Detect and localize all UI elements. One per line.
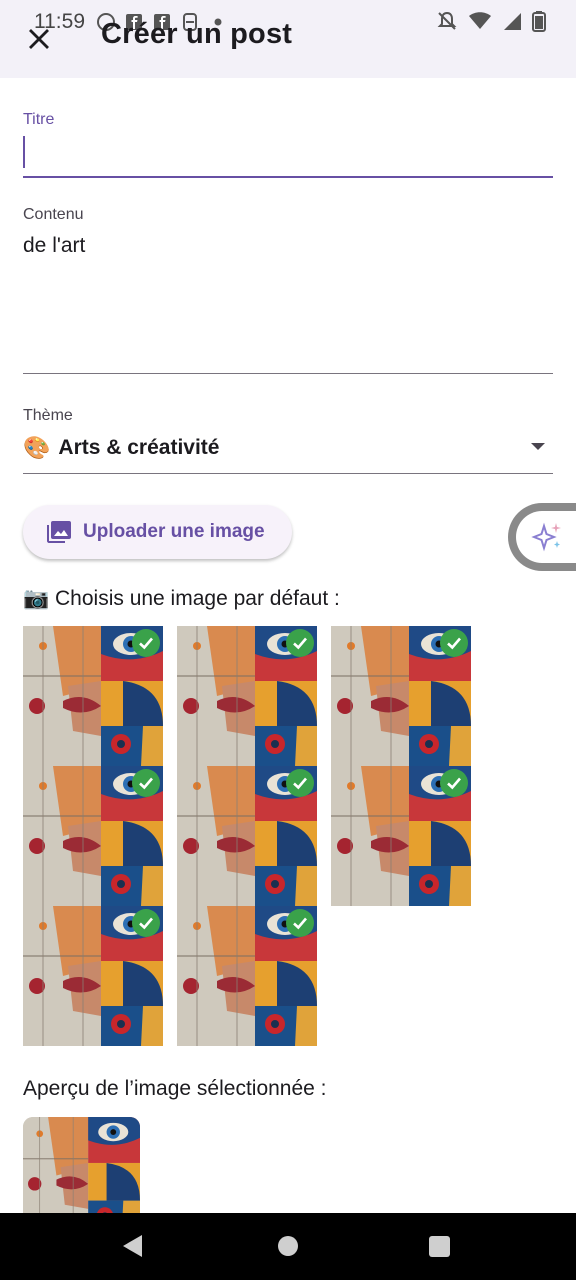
check-circle-icon	[132, 909, 160, 937]
assistant-bubble[interactable]	[508, 503, 576, 571]
nav-back-button[interactable]	[123, 1235, 142, 1257]
upload-image-label: Uploader une image	[83, 521, 265, 542]
content-field-label: Contenu	[23, 206, 84, 223]
battery-icon	[532, 11, 546, 32]
text-cursor	[23, 136, 25, 168]
content-textarea[interactable]: de l'art	[23, 234, 553, 364]
upload-image-button[interactable]: Uploader une image	[23, 505, 292, 559]
theme-field-label: Thème	[23, 407, 73, 424]
preview-heading: Aperçu de l’image sélectionnée :	[23, 1077, 327, 1100]
check-circle-icon	[286, 909, 314, 937]
system-icons	[436, 10, 546, 32]
default-image-option[interactable]	[23, 766, 163, 906]
signal-icon	[504, 13, 521, 30]
default-image-option[interactable]	[331, 626, 471, 766]
close-icon	[29, 29, 49, 49]
check-circle-icon	[132, 629, 160, 657]
content-underline	[23, 373, 553, 374]
default-image-option[interactable]	[177, 766, 317, 906]
sparkle-icon	[531, 522, 561, 552]
check-circle-icon	[440, 769, 468, 797]
image-icon	[47, 521, 71, 543]
theme-selected-value: Arts & créativité	[58, 436, 220, 459]
check-circle-icon	[286, 769, 314, 797]
default-image-option[interactable]	[23, 906, 163, 1046]
camera-icon: 📷	[23, 587, 50, 610]
check-circle-icon	[440, 629, 468, 657]
nav-home-button[interactable]	[278, 1236, 298, 1256]
nav-recents-button[interactable]	[429, 1236, 450, 1257]
close-button[interactable]	[22, 22, 56, 56]
default-images-heading-text: Choisis une image par défaut :	[55, 587, 340, 610]
assistant-bubble-inner	[516, 511, 576, 563]
theme-underline	[23, 473, 553, 474]
check-circle-icon	[132, 769, 160, 797]
default-image-option[interactable]	[23, 626, 163, 766]
default-image-option[interactable]	[177, 626, 317, 766]
default-image-option[interactable]	[331, 766, 471, 906]
dropdown-arrow-icon	[531, 443, 545, 450]
default-images-heading: 📷 Choisis une image par défaut :	[23, 587, 340, 611]
check-circle-icon	[286, 629, 314, 657]
default-image-option[interactable]	[177, 906, 317, 1046]
wifi-icon	[469, 12, 491, 29]
title-field-label: Titre	[23, 111, 55, 128]
title-underline	[23, 176, 553, 178]
mute-bell-icon	[437, 11, 457, 30]
title-input[interactable]	[23, 138, 553, 168]
theme-dropdown[interactable]: 🎨 Arts & créativité	[23, 432, 553, 464]
palette-icon: 🎨	[23, 435, 51, 460]
page-title: Créer un post	[101, 18, 293, 50]
